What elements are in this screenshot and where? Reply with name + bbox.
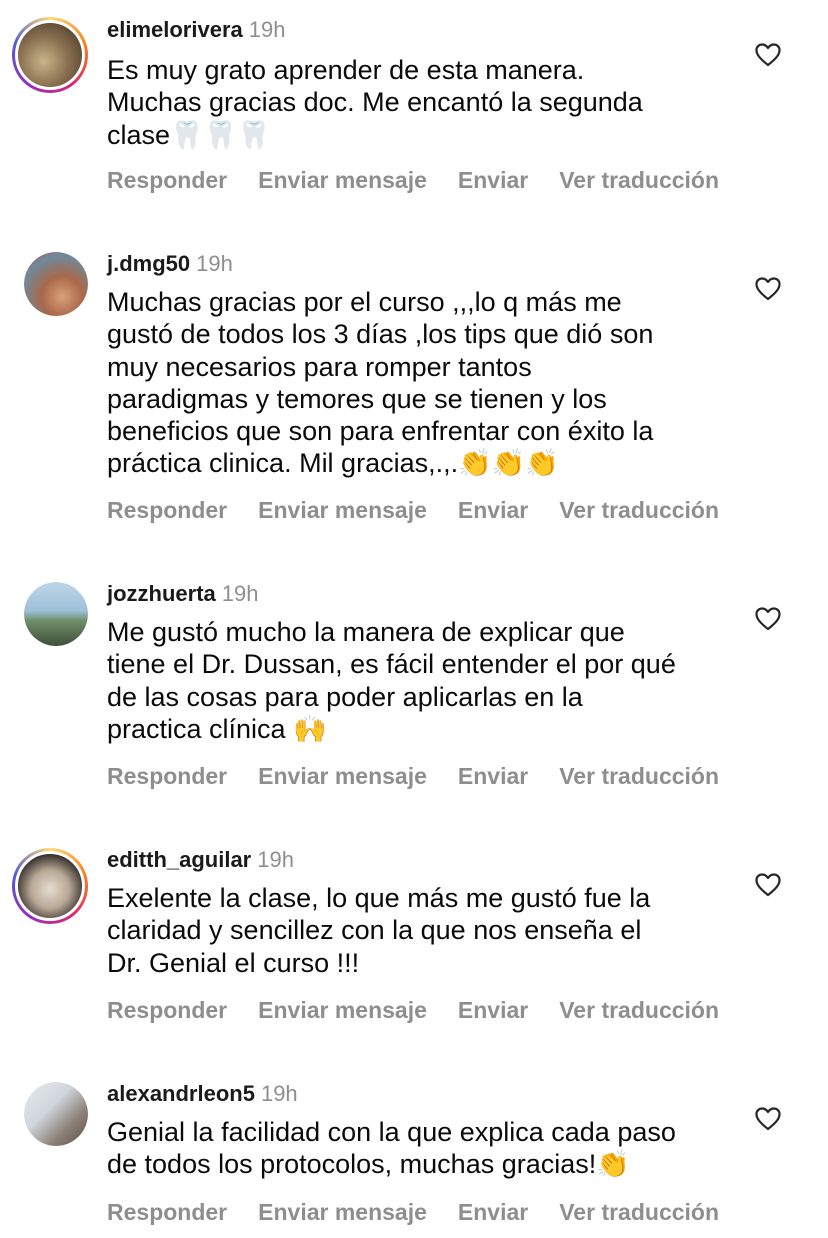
heart-icon[interactable] (755, 607, 781, 631)
timestamp: 19h (260, 1081, 298, 1106)
reply-button[interactable]: Responder (107, 996, 227, 1024)
timestamp: 19h (221, 581, 259, 606)
send-button[interactable]: Enviar (458, 166, 528, 194)
send-button[interactable]: Enviar (458, 496, 528, 524)
send-message-button[interactable]: Enviar mensaje (258, 496, 427, 524)
avatar[interactable] (24, 252, 88, 316)
avatar[interactable] (24, 582, 88, 646)
avatar[interactable] (24, 1082, 88, 1146)
reply-button[interactable]: Responder (107, 166, 227, 194)
timestamp: 19h (248, 17, 286, 42)
send-button[interactable]: Enviar (458, 762, 528, 790)
timestamp: 19h (257, 847, 294, 872)
send-message-button[interactable]: Enviar mensaje (258, 166, 427, 194)
send-message-button[interactable]: Enviar mensaje (258, 1198, 427, 1226)
see-translation-button[interactable]: Ver traducción (559, 166, 719, 194)
username[interactable]: elimelorivera (107, 17, 243, 42)
send-button[interactable]: Enviar (458, 1198, 528, 1226)
see-translation-button[interactable]: Ver traducción (559, 496, 719, 524)
reply-button[interactable]: Responder (107, 762, 227, 790)
comment-text: Es muy grato aprender de esta manera. Mu… (107, 55, 643, 150)
see-translation-button[interactable]: Ver traducción (559, 996, 719, 1024)
see-translation-button[interactable]: Ver traducción (559, 762, 719, 790)
timestamp: 19h (196, 251, 233, 276)
heart-icon[interactable] (755, 43, 781, 67)
comment-text: Exelente la clase, lo que más me gustó f… (107, 883, 651, 978)
username[interactable]: editth_aguilar (107, 847, 251, 872)
see-translation-button[interactable]: Ver traducción (559, 1198, 719, 1226)
reply-button[interactable]: Responder (107, 496, 227, 524)
reply-button[interactable]: Responder (107, 1198, 227, 1226)
send-message-button[interactable]: Enviar mensaje (258, 762, 427, 790)
username[interactable]: jozzhuerta (107, 581, 216, 606)
heart-icon[interactable] (755, 1107, 781, 1131)
username[interactable]: alexandrleon5 (107, 1081, 255, 1106)
avatar[interactable] (12, 848, 88, 924)
comment-text: Genial la facilidad con la que explica c… (107, 1117, 676, 1180)
username[interactable]: j.dmg50 (107, 251, 190, 276)
heart-icon[interactable] (755, 277, 781, 301)
avatar[interactable] (12, 17, 88, 93)
comment-text: Me gustó mucho la manera de explicar que… (107, 617, 676, 744)
send-message-button[interactable]: Enviar mensaje (258, 996, 427, 1024)
send-button[interactable]: Enviar (458, 996, 528, 1024)
comment-text: Muchas gracias por el curso ,,,lo q más … (107, 287, 654, 479)
heart-icon[interactable] (755, 873, 781, 897)
